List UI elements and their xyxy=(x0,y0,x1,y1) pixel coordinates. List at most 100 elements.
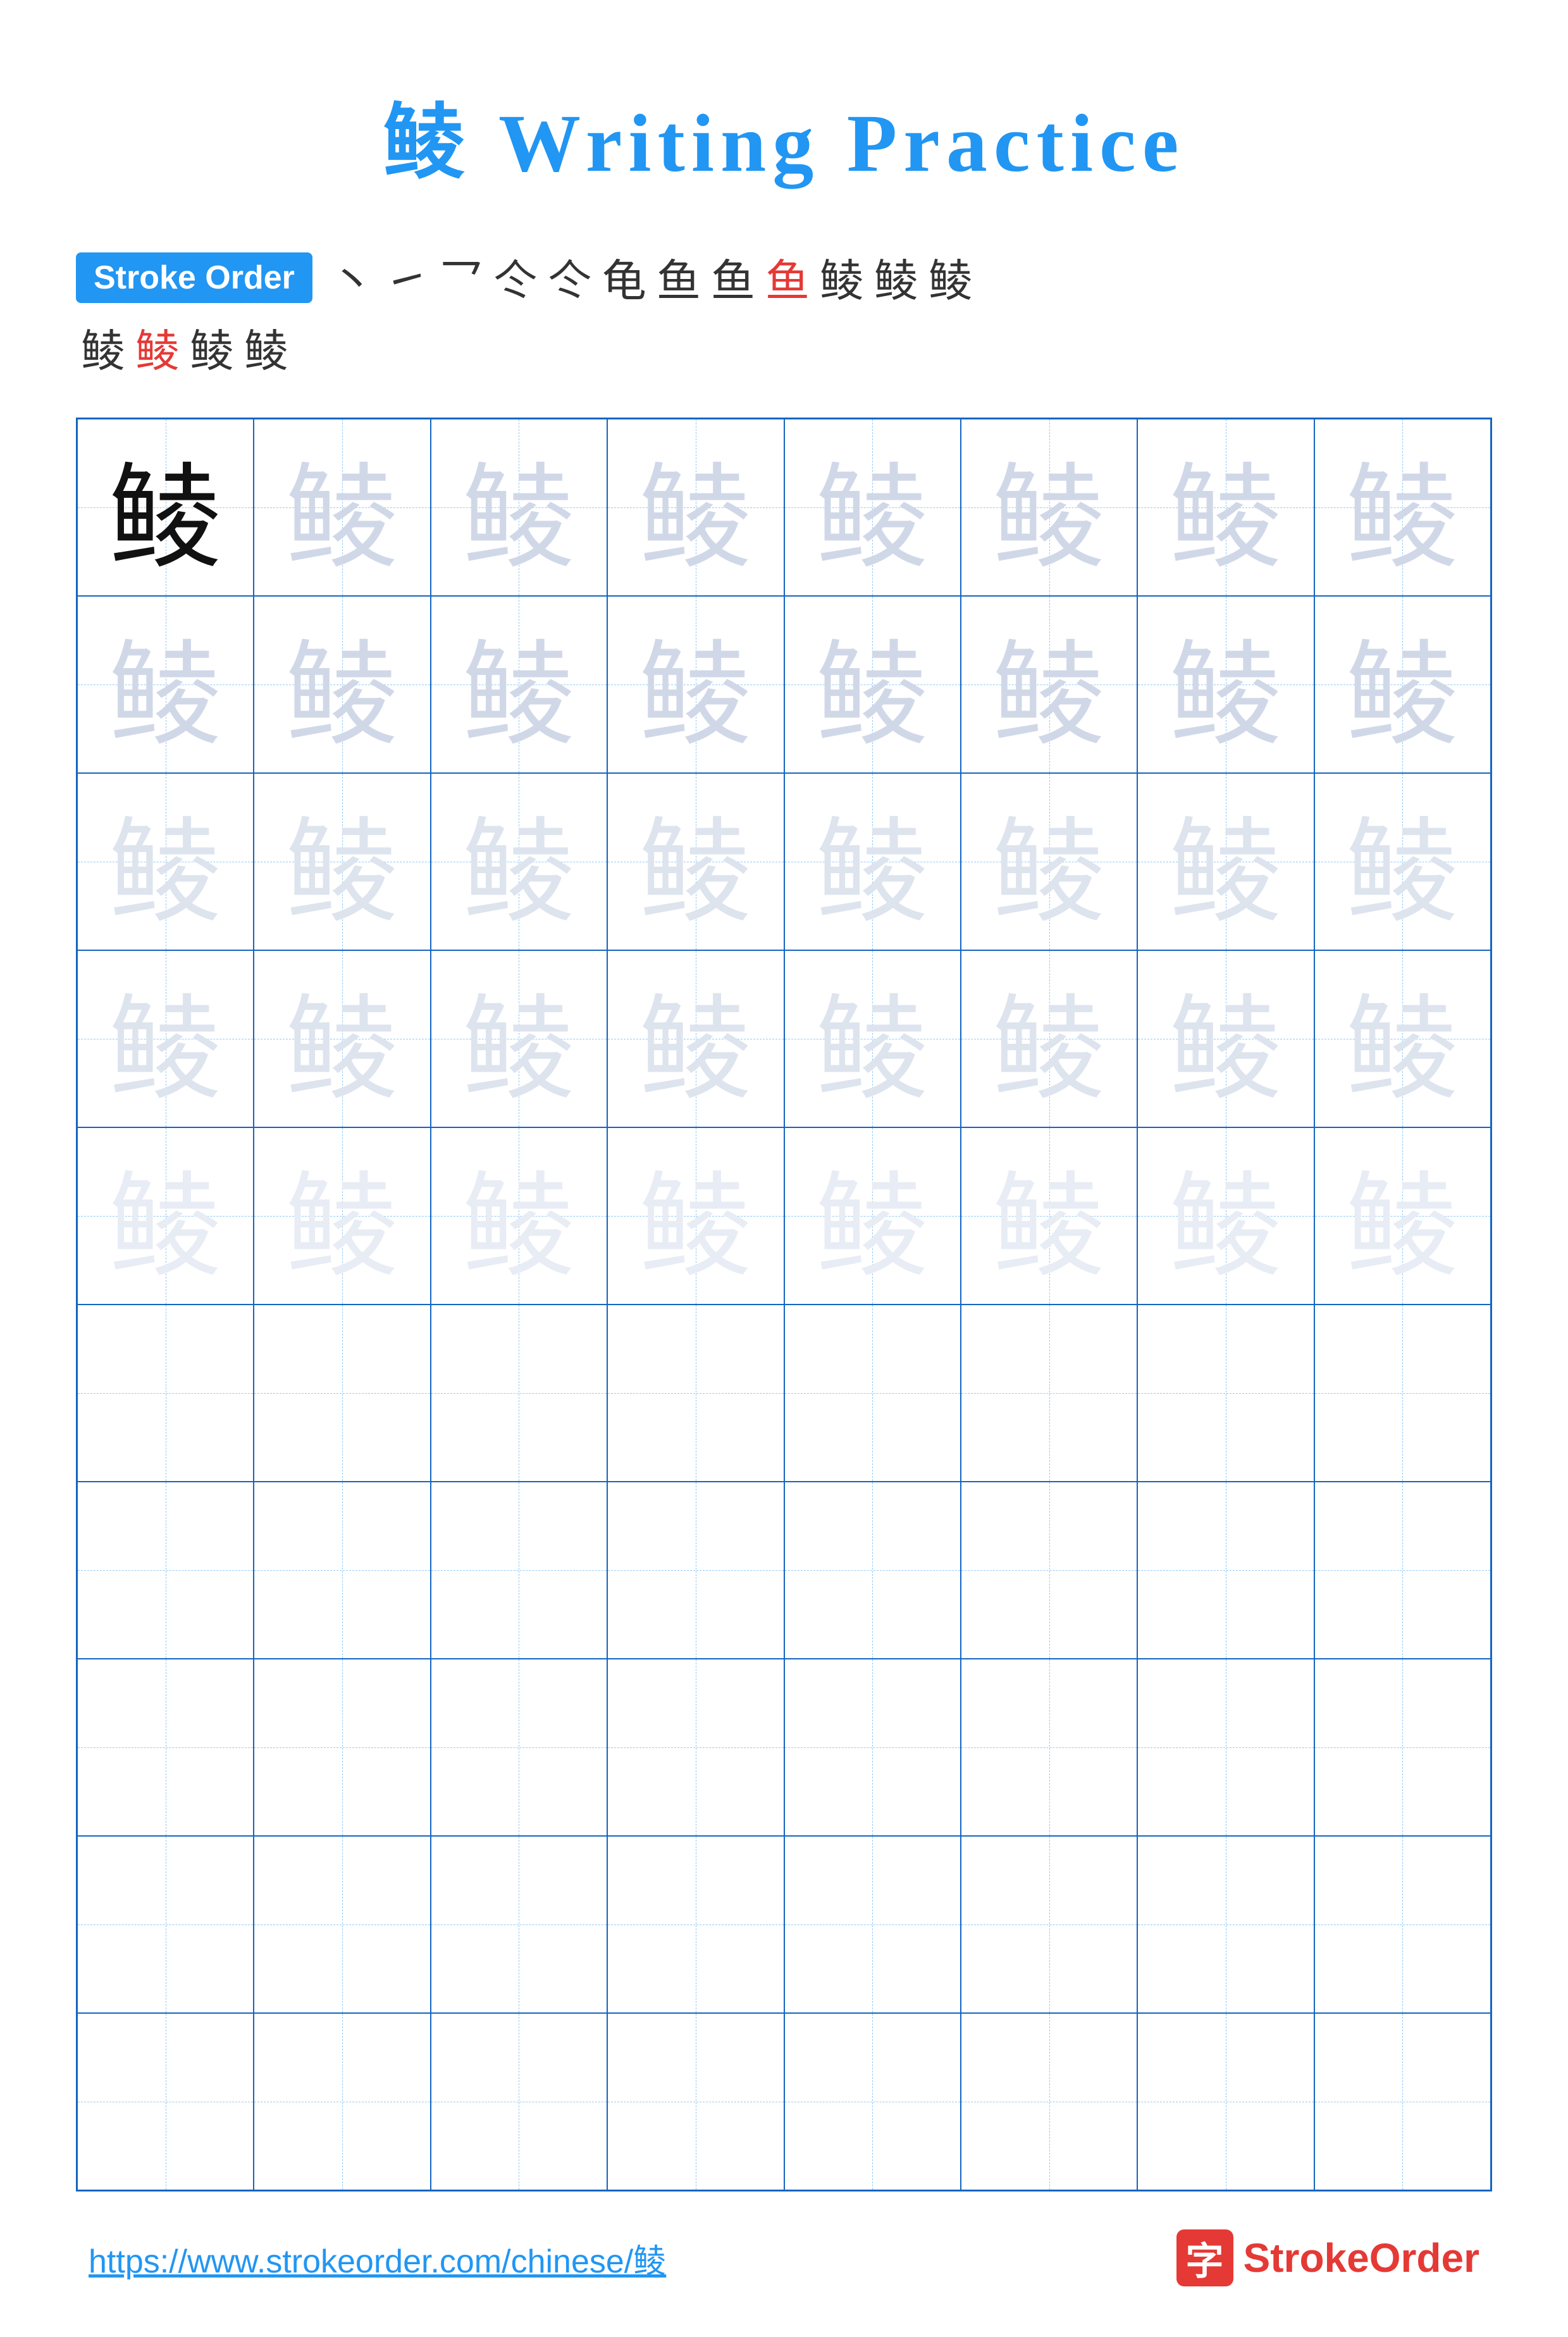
grid-cell-r10c5[interactable] xyxy=(784,2013,961,2190)
stroke-order-badge: Stroke Order xyxy=(76,252,312,303)
cell-char: 鲮 xyxy=(1345,779,1459,945)
grid-cell-r9c8[interactable] xyxy=(1314,1836,1491,2013)
stroke-char-6: 龟 xyxy=(602,245,646,309)
grid-cell-r3c6: 鲮 xyxy=(961,773,1137,950)
grid-cell-r7c4[interactable] xyxy=(607,1482,784,1659)
page-title: 鲮 Writing Practice xyxy=(383,76,1185,195)
grid-cell-r6c7[interactable] xyxy=(1137,1305,1314,1482)
grid-cell-r7c6[interactable] xyxy=(961,1482,1137,1659)
grid-cell-r10c4[interactable] xyxy=(607,2013,784,2190)
grid-cell-r2c8: 鲮 xyxy=(1314,596,1491,773)
grid-cell-r7c5[interactable] xyxy=(784,1482,961,1659)
cell-char: 鲮 xyxy=(639,957,753,1122)
cell-char: 鲮 xyxy=(285,779,399,945)
stroke-char-10: 鲮 xyxy=(820,245,864,309)
grid-cell-r6c6[interactable] xyxy=(961,1305,1137,1482)
grid-cell-r7c7[interactable] xyxy=(1137,1482,1314,1659)
grid-cell-r7c1[interactable] xyxy=(77,1482,254,1659)
footer-url[interactable]: https://www.strokeorder.com/chinese/鲮 xyxy=(89,2235,666,2282)
grid-cell-r2c2: 鲮 xyxy=(254,596,430,773)
stroke-order-section: Stroke Order 丶 ㇀ 乛 仒 仒 龟 鱼 鱼 鱼 鲮 鲮 鲮 鲮 鲮… xyxy=(76,245,1492,380)
grid-cell-r1c6: 鲮 xyxy=(961,419,1137,596)
grid-cell-r2c1: 鲮 xyxy=(77,596,254,773)
grid-cell-r4c1: 鲮 xyxy=(77,950,254,1127)
grid-cell-r9c7[interactable] xyxy=(1137,1836,1314,2013)
grid-cell-r10c3[interactable] xyxy=(431,2013,607,2190)
grid-cell-r7c2[interactable] xyxy=(254,1482,430,1659)
stroke-char-5: 仒 xyxy=(548,245,592,309)
grid-cell-r2c5: 鲮 xyxy=(784,596,961,773)
stroke-chars-row1: 丶 ㇀ 乛 仒 仒 龟 鱼 鱼 鱼 鲮 鲮 鲮 xyxy=(325,245,978,309)
grid-cell-r8c6[interactable] xyxy=(961,1659,1137,1836)
grid-cell-r5c7: 鲮 xyxy=(1137,1127,1314,1305)
cell-char: 鲮 xyxy=(639,425,753,590)
grid-cell-r8c7[interactable] xyxy=(1137,1659,1314,1836)
cell-char: 鲮 xyxy=(1345,1134,1459,1299)
grid-cell-r2c7: 鲮 xyxy=(1137,596,1314,773)
grid-cell-r4c8: 鲮 xyxy=(1314,950,1491,1127)
grid-cell-r6c8[interactable] xyxy=(1314,1305,1491,1482)
grid-cell-r8c1[interactable] xyxy=(77,1659,254,1836)
grid-cell-r9c5[interactable] xyxy=(784,1836,961,2013)
grid-cell-r2c6: 鲮 xyxy=(961,596,1137,773)
grid-cell-r6c5[interactable] xyxy=(784,1305,961,1482)
grid-cell-r8c4[interactable] xyxy=(607,1659,784,1836)
grid-cell-r5c5: 鲮 xyxy=(784,1127,961,1305)
grid-cell-r4c7: 鲮 xyxy=(1137,950,1314,1127)
grid-cell-r6c2[interactable] xyxy=(254,1305,430,1482)
grid-cell-r5c8: 鲮 xyxy=(1314,1127,1491,1305)
grid-cell-r9c1[interactable] xyxy=(77,1836,254,2013)
cell-char: 鲮 xyxy=(462,1134,576,1299)
cell-char: 鲮 xyxy=(639,602,753,767)
grid-cell-r10c2[interactable] xyxy=(254,2013,430,2190)
grid-cell-r3c2: 鲮 xyxy=(254,773,430,950)
grid-cell-r10c6[interactable] xyxy=(961,2013,1137,2190)
grid-cell-r1c2: 鲮 xyxy=(254,419,430,596)
cell-char: 鲮 xyxy=(285,957,399,1122)
cell-char: 鲮 xyxy=(462,957,576,1122)
grid-cell-r2c3: 鲮 xyxy=(431,596,607,773)
stroke-char-4: 仒 xyxy=(493,245,538,309)
grid-cell-r7c8[interactable] xyxy=(1314,1482,1491,1659)
grid-cell-r1c4: 鲮 xyxy=(607,419,784,596)
stroke-char-3: 乛 xyxy=(439,245,483,309)
grid-cell-r6c1[interactable] xyxy=(77,1305,254,1482)
grid-cell-r6c3[interactable] xyxy=(431,1305,607,1482)
grid-cell-r10c1[interactable] xyxy=(77,2013,254,2190)
stroke-char-9: 鱼 xyxy=(765,245,810,309)
grid-cell-r4c6: 鲮 xyxy=(961,950,1137,1127)
grid-cell-r9c2[interactable] xyxy=(254,1836,430,2013)
grid-cell-r4c4: 鲮 xyxy=(607,950,784,1127)
cell-char: 鲮 xyxy=(815,1134,929,1299)
stroke-char-11: 鲮 xyxy=(874,245,918,309)
grid-cell-r8c8[interactable] xyxy=(1314,1659,1491,1836)
stroke-char-15: 鲮 xyxy=(190,316,234,380)
stroke-char-13: 鲮 xyxy=(81,316,125,380)
grid-cell-r1c5: 鲮 xyxy=(784,419,961,596)
stroke-char-1: 丶 xyxy=(330,245,374,309)
grid-cell-r5c6: 鲮 xyxy=(961,1127,1137,1305)
cell-char: 鲮 xyxy=(285,602,399,767)
grid-cell-r1c3: 鲮 xyxy=(431,419,607,596)
cell-char: 鲮 xyxy=(992,957,1106,1122)
grid-cell-r8c5[interactable] xyxy=(784,1659,961,1836)
grid-cell-r9c3[interactable] xyxy=(431,1836,607,2013)
brand-text: StrokeOrder xyxy=(1244,2235,1479,2281)
grid-cell-r8c3[interactable] xyxy=(431,1659,607,1836)
footer: https://www.strokeorder.com/chinese/鲮 字 … xyxy=(76,2229,1492,2286)
practice-grid: 鲮 鲮 鲮 鲮 鲮 鲮 鲮 鲮 鲮 鲮 鲮 xyxy=(76,418,1492,2191)
grid-cell-r9c4[interactable] xyxy=(607,1836,784,2013)
grid-cell-r7c3[interactable] xyxy=(431,1482,607,1659)
grid-cell-r10c7[interactable] xyxy=(1137,2013,1314,2190)
cell-char: 鲮 xyxy=(815,602,929,767)
grid-cell-r9c6[interactable] xyxy=(961,1836,1137,2013)
grid-cell-r5c4: 鲮 xyxy=(607,1127,784,1305)
title-char: 鲮 Writing Practice xyxy=(383,98,1185,189)
stroke-char-12: 鲮 xyxy=(929,245,973,309)
cell-char: 鲮 xyxy=(815,425,929,590)
grid-cell-r8c2[interactable] xyxy=(254,1659,430,1836)
grid-cell-r6c4[interactable] xyxy=(607,1305,784,1482)
cell-char: 鲮 xyxy=(109,779,223,945)
grid-cell-r10c8[interactable] xyxy=(1314,2013,1491,2190)
grid-cell-r5c2: 鲮 xyxy=(254,1127,430,1305)
